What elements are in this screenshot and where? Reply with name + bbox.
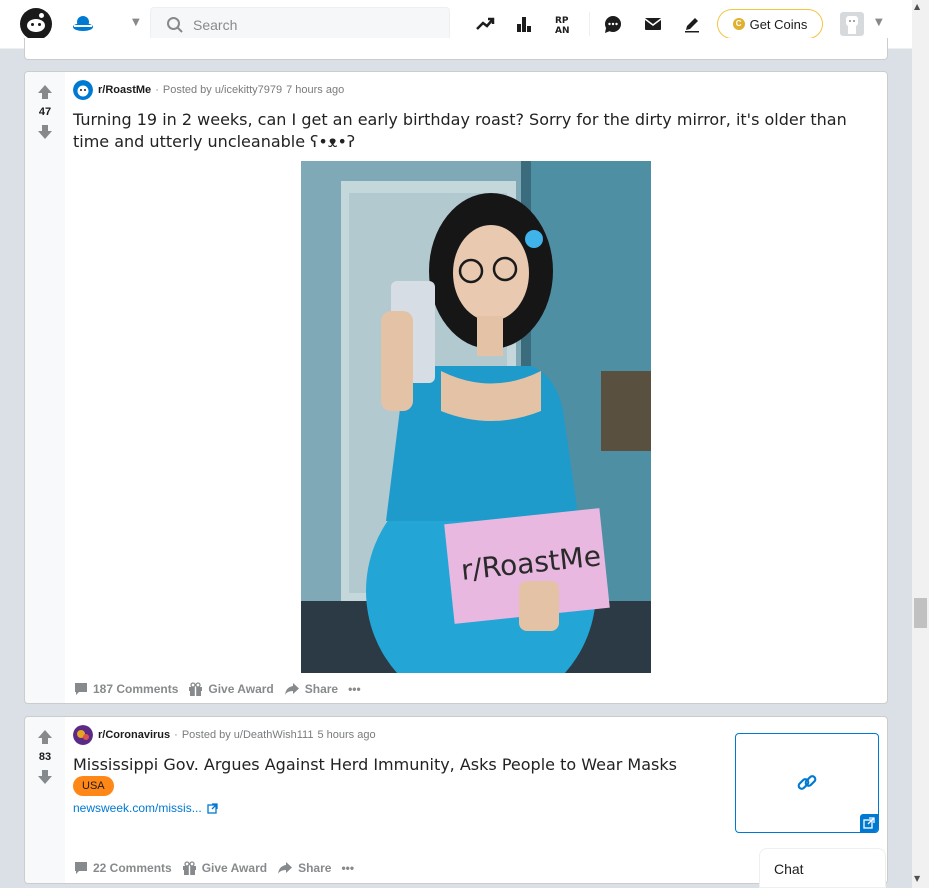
external-link-icon [863,817,875,829]
upvote-icon[interactable] [37,729,53,745]
give-award-label: Give Award [201,861,268,875]
user-avatar[interactable] [840,12,864,36]
home-icon[interactable] [72,13,94,35]
comment-icon [75,862,87,874]
scrollbar-thumb[interactable] [914,598,927,628]
chat-label: Chat [774,861,804,877]
share-button[interactable]: Share [283,682,339,696]
get-coins-label: Get Coins [749,16,808,32]
posted-by[interactable]: Posted by u/icekitty7979 [163,84,282,96]
chat-widget[interactable]: Chat [759,848,886,888]
external-link[interactable]: newsweek.com/missis... [73,801,218,815]
meta-separator: · [174,729,178,741]
post-actions: 22 Comments Give Award Share ••• [73,858,355,878]
more-options-button[interactable]: ••• [347,682,362,696]
give-award-button[interactable]: Give Award [187,681,274,697]
post-card[interactable]: 47 r/RoastMe · Posted by u/icekitty7979 … [24,71,888,704]
svg-text:RP: RP [555,16,569,26]
vote-column: 83 [25,717,65,883]
comments-button[interactable]: 187 Comments [73,682,179,696]
upvote-icon[interactable] [37,84,53,100]
share-label: Share [304,682,339,696]
coin-icon: C [732,18,745,30]
post-time: 7 hours ago [286,84,345,96]
subreddit-link[interactable]: r/RoastMe [98,84,151,96]
share-label: Share [298,861,332,875]
link-text: newsweek.com/missis... [73,801,202,815]
vote-column: 47 [25,72,65,703]
reddit-logo[interactable] [20,8,52,40]
give-award-button[interactable]: Give Award [181,860,268,876]
link-icon [797,775,817,790]
downvote-icon[interactable] [37,124,53,140]
svg-text:AN: AN [555,26,570,34]
share-icon [284,683,299,695]
vote-score: 83 [38,751,52,763]
posted-by[interactable]: Posted by u/DeathWish111 [182,729,314,741]
more-options-button[interactable]: ••• [340,861,355,875]
subreddit-icon[interactable] [73,80,93,100]
link-thumbnail[interactable] [735,733,879,833]
rpan-icon[interactable]: RP AN [552,12,576,36]
gift-icon [189,681,203,696]
search-bar[interactable] [150,7,450,41]
comments-label: 187 Comments [93,682,179,696]
post-flair[interactable]: USA [73,776,114,796]
share-icon [278,862,293,874]
post-meta: r/RoastMe · Posted by u/icekitty7979 7 h… [73,80,344,100]
chat-icon[interactable] [601,12,625,36]
vote-score: 47 [38,106,52,118]
pencil-icon[interactable] [680,12,704,36]
search-input[interactable] [191,12,445,38]
post-title[interactable]: Mississippi Gov. Argues Against Herd Imm… [73,754,723,776]
external-link-badge [860,814,878,832]
scrollbar[interactable] [912,0,929,888]
scroll-up-icon[interactable]: ▲ [914,2,920,11]
comments-button[interactable]: 22 Comments [73,861,173,875]
search-icon [167,17,183,33]
mail-icon[interactable] [641,12,665,36]
gift-icon [182,860,196,875]
divider [589,12,590,36]
downvote-icon[interactable] [37,769,53,785]
leaderboard-icon[interactable] [512,12,536,36]
post-image[interactable]: r/RoastMe [301,161,651,673]
post-title[interactable]: Turning 19 in 2 weeks, can I get an earl… [73,109,873,153]
subreddit-icon[interactable] [73,725,93,745]
external-link-icon [207,802,218,814]
user-menu-chevron-icon[interactable]: ▼ [875,17,883,28]
get-coins-button[interactable]: C Get Coins [717,9,823,39]
subreddit-link[interactable]: r/Coronavirus [98,729,170,741]
comment-icon [75,683,87,695]
chevron-down-icon[interactable]: ▼ [132,17,140,28]
give-award-label: Give Award [208,682,274,696]
share-button[interactable]: Share [276,861,332,875]
post-actions: 187 Comments Give Award Share ••• [73,679,362,699]
trending-icon[interactable] [473,12,497,36]
post-meta: r/Coronavirus · Posted by u/DeathWish111… [73,725,376,745]
scroll-down-icon[interactable]: ▼ [914,874,920,883]
post-time: 5 hours ago [317,729,376,741]
previous-post-card [24,38,888,60]
comments-label: 22 Comments [93,861,172,875]
meta-separator: · [155,84,159,96]
